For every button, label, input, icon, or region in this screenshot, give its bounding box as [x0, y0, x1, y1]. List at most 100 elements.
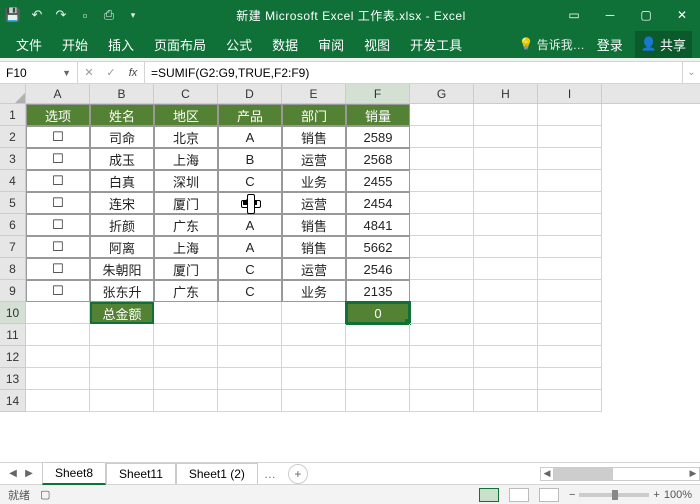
cell[interactable]: 销售	[282, 126, 346, 148]
row-header[interactable]: 9	[0, 280, 26, 302]
cell[interactable]: 深圳	[154, 170, 218, 192]
cell[interactable]	[218, 302, 282, 324]
cell[interactable]	[218, 324, 282, 346]
cell[interactable]	[218, 390, 282, 412]
add-sheet-button[interactable]: +	[288, 464, 308, 484]
cell[interactable]	[538, 390, 602, 412]
qat-more-icon[interactable]: ▾	[124, 6, 142, 24]
cancel-formula-icon[interactable]: ✕	[78, 66, 100, 79]
cell[interactable]	[410, 104, 474, 126]
fx-icon[interactable]: fx	[122, 67, 144, 79]
cell[interactable]	[154, 390, 218, 412]
cell[interactable]	[410, 346, 474, 368]
close-icon[interactable]: ✕	[668, 4, 696, 26]
redo-icon[interactable]: ↷	[52, 6, 70, 24]
view-page-break-button[interactable]	[539, 488, 559, 502]
cell[interactable]	[218, 368, 282, 390]
scroll-right-icon[interactable]: ▶	[687, 468, 699, 479]
cell[interactable]	[474, 324, 538, 346]
cell[interactable]: 厦门	[154, 192, 218, 214]
cell[interactable]	[26, 302, 90, 324]
cell[interactable]	[410, 192, 474, 214]
checkbox-cell[interactable]: ☐	[26, 236, 90, 258]
cell[interactable]	[474, 170, 538, 192]
cell[interactable]	[346, 390, 410, 412]
checkbox-cell[interactable]: ☐	[26, 258, 90, 280]
row-header[interactable]: 5	[0, 192, 26, 214]
cell[interactable]: 运营	[282, 192, 346, 214]
formula-input[interactable]: =SUMIF(G2:G9,TRUE,F2:F9)	[145, 62, 682, 83]
cell[interactable]	[90, 324, 154, 346]
cell[interactable]	[474, 104, 538, 126]
zoom-thumb[interactable]	[612, 490, 618, 500]
cell[interactable]: B	[218, 148, 282, 170]
cell[interactable]	[474, 258, 538, 280]
sheet-tab[interactable]: Sheet1 (2)	[176, 463, 258, 484]
cell[interactable]: 连宋	[90, 192, 154, 214]
cell[interactable]: 2135	[346, 280, 410, 302]
tab-page-layout[interactable]: 页面布局	[146, 31, 214, 58]
tab-review[interactable]: 审阅	[310, 31, 352, 58]
ribbon-options-icon[interactable]: ▭	[560, 4, 588, 26]
sheet-tab[interactable]: Sheet8	[42, 462, 106, 485]
cell[interactable]	[538, 280, 602, 302]
cell[interactable]	[154, 302, 218, 324]
restore-icon[interactable]: ▢	[632, 4, 660, 26]
cell[interactable]	[154, 346, 218, 368]
cell[interactable]	[538, 170, 602, 192]
cell[interactable]	[538, 236, 602, 258]
col-header-h[interactable]: H	[474, 84, 538, 103]
zoom-in-button[interactable]: +	[653, 489, 659, 501]
checkbox-cell[interactable]: ☐	[26, 280, 90, 302]
cell[interactable]	[346, 324, 410, 346]
cell[interactable]	[538, 192, 602, 214]
scroll-track[interactable]	[553, 468, 687, 480]
cell[interactable]	[282, 368, 346, 390]
new-file-icon[interactable]: ▫	[76, 6, 94, 24]
checkbox-cell[interactable]: ☐	[26, 126, 90, 148]
header-cell[interactable]: 姓名	[90, 104, 154, 126]
cell[interactable]	[410, 170, 474, 192]
checkbox-cell[interactable]: ☐	[26, 192, 90, 214]
checkbox-cell[interactable]: ☐	[26, 170, 90, 192]
cell[interactable]: 运营	[282, 148, 346, 170]
horizontal-scrollbar[interactable]: ◀ ▶	[540, 467, 700, 481]
row-header[interactable]: 12	[0, 346, 26, 368]
scroll-thumb[interactable]	[553, 468, 613, 480]
header-cell[interactable]: 产品	[218, 104, 282, 126]
row-header[interactable]: 11	[0, 324, 26, 346]
cell[interactable]: C	[218, 258, 282, 280]
spreadsheet-grid[interactable]: A B C D E F G H I 1 选项 姓名 地区 产品 部门 销量 2☐…	[0, 84, 700, 462]
cell[interactable]	[538, 302, 602, 324]
cell[interactable]	[474, 346, 538, 368]
header-cell[interactable]: 地区	[154, 104, 218, 126]
cell[interactable]	[538, 346, 602, 368]
cell[interactable]: 厦门	[154, 258, 218, 280]
cell[interactable]: A	[218, 236, 282, 258]
row-header[interactable]: 10	[0, 302, 26, 324]
cell[interactable]	[474, 192, 538, 214]
cell[interactable]: C	[218, 170, 282, 192]
cell[interactable]	[410, 302, 474, 324]
cell[interactable]	[90, 368, 154, 390]
cell[interactable]	[410, 236, 474, 258]
name-box[interactable]: F10 ▼	[0, 62, 78, 83]
cell[interactable]	[474, 148, 538, 170]
cell[interactable]	[538, 104, 602, 126]
cell[interactable]: 2568	[346, 148, 410, 170]
signin-link[interactable]: 登录	[589, 31, 631, 58]
cell[interactable]	[410, 126, 474, 148]
print-preview-icon[interactable]: ⎙	[100, 6, 118, 24]
tab-formulas[interactable]: 公式	[218, 31, 260, 58]
cell[interactable]	[154, 368, 218, 390]
zoom-slider[interactable]	[579, 493, 649, 497]
cell[interactable]	[474, 236, 538, 258]
active-cell[interactable]: 0	[346, 302, 410, 324]
cell[interactable]	[474, 126, 538, 148]
header-cell[interactable]: 部门	[282, 104, 346, 126]
cell[interactable]: 2546	[346, 258, 410, 280]
share-button[interactable]: 👤共享	[635, 31, 692, 58]
header-cell[interactable]: 选项	[26, 104, 90, 126]
checkbox-cell[interactable]: ☐	[26, 214, 90, 236]
row-header[interactable]: 2	[0, 126, 26, 148]
